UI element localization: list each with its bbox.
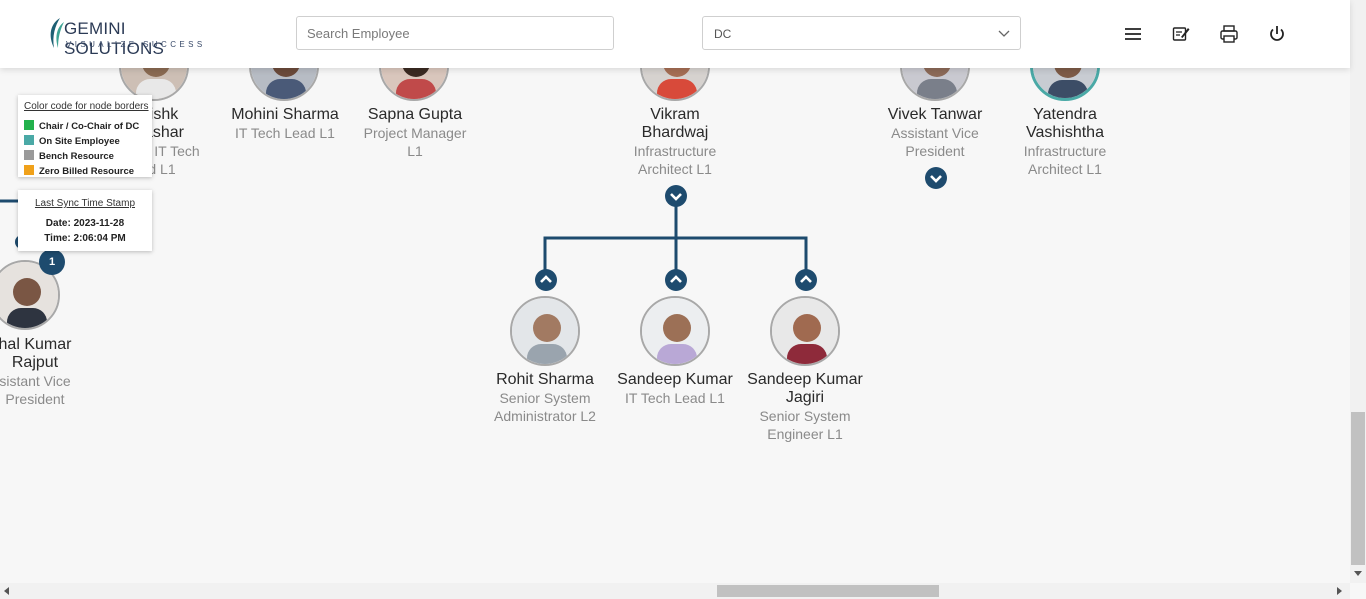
employee-name: Rajput xyxy=(11,354,59,371)
employee-node[interactable]: Sapna Gupta Project Manager L1 xyxy=(340,106,490,160)
logo-tagline: VISUALIZE SUCCESS xyxy=(66,40,206,49)
legend-swatch xyxy=(24,150,34,160)
employee-node[interactable]: Yatendra Vashishtha Infrastructure Archi… xyxy=(990,106,1140,178)
employee-designation: President xyxy=(905,143,965,159)
employee-designation: sistant Vice xyxy=(0,373,71,389)
border-color-legend: Color code for node borders Chair / Co-C… xyxy=(18,95,152,177)
scroll-left-arrow-icon[interactable] xyxy=(4,587,9,595)
sync-title: Last Sync Time Stamp xyxy=(34,198,136,209)
employee-node[interactable]: hal Kumar Rajput sistant Vice President xyxy=(0,336,110,408)
legend-swatch xyxy=(24,120,34,130)
legend-item: Bench Resource xyxy=(24,150,114,162)
employee-name: Rohit Sharma xyxy=(496,371,594,388)
legend-item: On Site Employee xyxy=(24,135,120,147)
edit-note-icon[interactable] xyxy=(1171,24,1191,44)
department-select[interactable]: DC xyxy=(702,16,1021,50)
employee-name: Sandeep Kumar xyxy=(747,371,863,388)
logo-leaf-icon xyxy=(50,18,64,48)
legend-label: Zero Billed Resource xyxy=(39,166,135,177)
menu-icon[interactable] xyxy=(1123,24,1143,44)
employee-designation: Assistant Vice xyxy=(891,125,979,141)
employee-node[interactable]: Sandeep Kumar IT Tech Lead L1 xyxy=(600,371,750,407)
legend-title: Color code for node borders xyxy=(24,101,149,112)
collapse-parent-toggle-icon[interactable] xyxy=(665,269,687,291)
employee-designation: President xyxy=(5,391,65,407)
collapse-parent-toggle-icon[interactable] xyxy=(535,269,557,291)
horizontal-scrollbar[interactable] xyxy=(0,583,1350,599)
power-icon[interactable] xyxy=(1267,24,1287,44)
company-logo[interactable]: GEMINI SOLUTIONS VISUALIZE SUCCESS xyxy=(46,16,216,58)
employee-name: Sandeep Kumar xyxy=(617,371,733,388)
employee-name: Vashishtha xyxy=(1026,124,1104,141)
employee-designation: Architect L1 xyxy=(638,161,712,177)
employee-node[interactable]: Mohini Sharma IT Tech Lead L1 xyxy=(210,106,360,142)
department-selected-value: DC xyxy=(714,27,732,41)
employee-node[interactable]: Rohit Sharma Senior System Administrator… xyxy=(470,371,620,425)
reportee-count-badge: 1 xyxy=(39,249,65,275)
legend-item: Zero Billed Resource xyxy=(24,165,134,177)
employee-designation: IT Tech Lead L1 xyxy=(235,125,335,141)
vertical-scrollbar-thumb[interactable] xyxy=(1351,412,1365,565)
print-icon[interactable] xyxy=(1219,24,1239,44)
legend-item: Chair / Co-Chair of DC xyxy=(24,120,139,132)
employee-designation: Senior System xyxy=(499,390,591,406)
employee-node[interactable]: Sandeep Kumar Jagiri Senior System Engin… xyxy=(730,371,880,443)
logo-title: GEMINI SOLUTIONS xyxy=(64,19,165,58)
horizontal-scrollbar-thumb[interactable] xyxy=(717,585,939,597)
sync-date: Date: 2023-11-28 xyxy=(45,218,125,229)
employee-name: Bhardwaj xyxy=(641,124,709,141)
employee-name: Mohini Sharma xyxy=(231,106,339,123)
employee-avatar[interactable] xyxy=(770,296,840,366)
chevron-down-icon xyxy=(998,30,1010,37)
collapse-parent-toggle-icon[interactable] xyxy=(795,269,817,291)
employee-name: Yatendra xyxy=(1033,106,1097,123)
employee-name: Vivek Tanwar xyxy=(887,106,983,123)
employee-designation: Engineer L1 xyxy=(767,426,843,442)
legend-label: Bench Resource xyxy=(39,151,114,162)
search-employee-input[interactable] xyxy=(296,16,614,50)
employee-designation: Project Manager xyxy=(363,125,467,141)
employee-designation: Infrastructure xyxy=(633,143,717,159)
employee-avatar[interactable] xyxy=(640,296,710,366)
scroll-down-arrow-icon[interactable] xyxy=(1354,571,1362,576)
last-sync-panel: Last Sync Time Stamp Date: 2023-11-28 Ti… xyxy=(18,190,152,251)
top-bar: GEMINI SOLUTIONS VISUALIZE SUCCESS DC xyxy=(0,0,1350,68)
employee-designation: Senior System xyxy=(759,408,851,424)
sync-time: Time: 2:06:04 PM xyxy=(44,233,126,244)
collapse-children-toggle-icon[interactable] xyxy=(665,185,687,207)
expand-children-toggle-icon[interactable] xyxy=(925,167,947,189)
scroll-right-arrow-icon[interactable] xyxy=(1337,587,1342,595)
legend-swatch xyxy=(24,165,34,175)
employee-designation: Administrator L2 xyxy=(494,408,596,424)
employee-name: hal Kumar xyxy=(0,336,72,353)
employee-designation: Architect L1 xyxy=(1028,161,1102,177)
legend-label: Chair / Co-Chair of DC xyxy=(39,121,140,132)
employee-designation: IT Tech Lead L1 xyxy=(625,390,725,406)
employee-name: Jagiri xyxy=(785,389,825,406)
legend-swatch xyxy=(24,135,34,145)
employee-name: Vikram xyxy=(650,106,700,123)
employee-avatar[interactable] xyxy=(510,296,580,366)
employee-node[interactable]: Vivek Tanwar Assistant Vice President xyxy=(860,106,1010,160)
employee-designation: L1 xyxy=(407,143,423,159)
legend-label: On Site Employee xyxy=(39,136,120,147)
employee-node[interactable]: Vikram Bhardwaj Infrastructure Architect… xyxy=(600,106,750,178)
employee-designation: Infrastructure xyxy=(1023,143,1107,159)
employee-name: Sapna Gupta xyxy=(367,106,463,123)
